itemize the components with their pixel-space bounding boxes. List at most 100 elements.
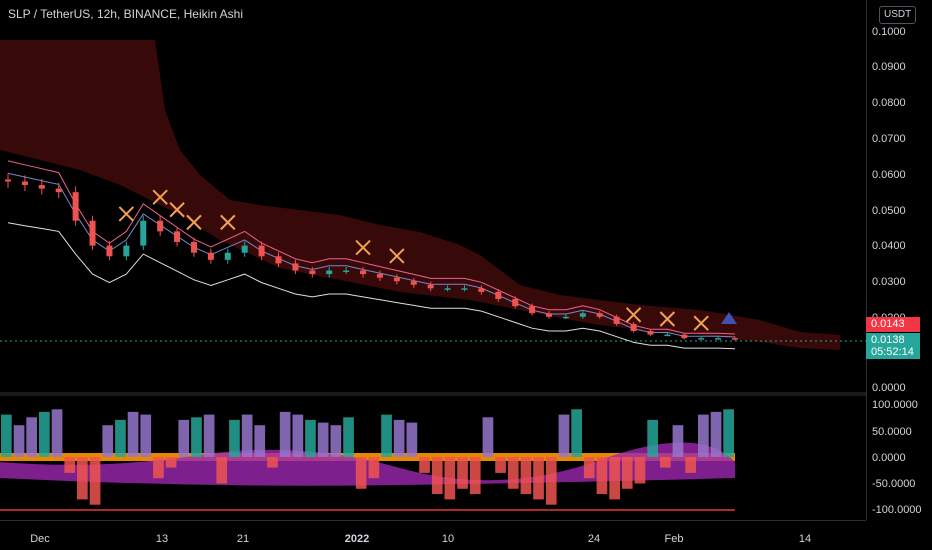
candle-body — [376, 274, 383, 278]
oscillator-bar — [520, 457, 532, 495]
candle-body — [72, 192, 79, 221]
oscillator-axis-label: -50.0000 — [872, 478, 916, 490]
oscillator-bar — [241, 414, 253, 457]
symbol-title[interactable]: SLP / TetherUS, 12h, BINANCE, Heikin Ash… — [8, 7, 243, 21]
oscillator-bar — [710, 411, 722, 457]
time-axis-label: Feb — [664, 533, 684, 545]
oscillator-bar — [178, 419, 190, 457]
candle-body — [664, 334, 671, 337]
oscillator-bar — [596, 457, 608, 495]
oscillator-bar — [26, 417, 37, 458]
oscillator-bar — [672, 425, 684, 457]
oscillator-bar — [89, 457, 101, 505]
oscillator-axis-label: 50.0000 — [872, 426, 912, 438]
candle-body — [309, 270, 316, 275]
price-axis-label: 0.0700 — [872, 133, 906, 145]
oscillator-bar — [267, 457, 278, 468]
time-axis-label: 13 — [155, 533, 169, 545]
oscillator-bar — [406, 422, 418, 457]
oscillator-bar — [698, 414, 709, 457]
candle-body — [393, 277, 400, 282]
oscillator-bar — [191, 417, 202, 458]
candle-body — [275, 256, 282, 264]
price-axis-label: 0.0800 — [872, 97, 906, 109]
oscillator-bar — [140, 414, 152, 457]
oscillator-bar — [609, 457, 620, 500]
oscillator-bar — [153, 457, 164, 479]
candle-body — [732, 338, 738, 340]
price-axis-label: 0.0400 — [872, 240, 906, 252]
candle-body — [613, 316, 620, 324]
oscillator-axis-label: 0.0000 — [872, 452, 906, 464]
oscillator-bar — [660, 457, 671, 468]
candle-body — [292, 263, 299, 271]
candle-body — [444, 288, 451, 290]
current-price-badge: 0.0138 05:52:14 — [866, 333, 920, 359]
chart-area[interactable]: SLP / TetherUS, 12h, BINANCE, Heikin Ash… — [0, 0, 932, 550]
oscillator-bar — [64, 457, 76, 473]
candle-body — [21, 181, 28, 186]
candle-body — [546, 313, 553, 317]
oscillator-bar — [621, 457, 633, 489]
oscillator-bar — [545, 457, 557, 505]
oscillator-bar — [469, 457, 481, 495]
oscillator-bar — [51, 409, 63, 457]
price-axis-label: 0.1000 — [872, 26, 906, 38]
candle-body — [478, 288, 485, 292]
oscillator-bar — [431, 457, 443, 495]
oscillator-bar — [507, 457, 519, 489]
oscillator-bar — [685, 457, 696, 473]
candle-body — [596, 313, 603, 317]
oscillator-bar — [1, 414, 12, 457]
oscillator-bar — [368, 457, 380, 479]
time-axis-line — [0, 520, 866, 521]
candle-body — [55, 188, 62, 193]
time-axis-label: 21 — [236, 533, 250, 545]
candle-body — [698, 338, 705, 340]
candle-body — [174, 231, 181, 243]
oscillator-bar — [533, 457, 544, 500]
pane-separator[interactable] — [0, 392, 866, 396]
oscillator-bar — [634, 457, 646, 484]
oscillator-bar — [127, 411, 139, 457]
time-axis-label: 14 — [798, 533, 812, 545]
candle-body — [681, 334, 688, 339]
candle-body — [157, 220, 164, 232]
oscillator-bar — [102, 425, 114, 457]
oscillator-bar — [39, 411, 50, 457]
candle-body — [38, 185, 45, 189]
candle-body — [427, 284, 434, 289]
candle-body — [241, 245, 248, 253]
candle-body — [207, 252, 214, 260]
candle-body — [343, 270, 350, 273]
oscillator-bar — [393, 419, 405, 457]
candle-body — [495, 291, 502, 299]
chart-canvas[interactable] — [0, 0, 932, 550]
oscillator-bar — [292, 414, 304, 457]
candle-body — [410, 281, 417, 285]
candle-body — [326, 270, 333, 275]
oscillator-bar — [647, 419, 658, 457]
cloud-area — [0, 40, 840, 350]
oscillator-bar — [216, 457, 228, 484]
oscillator-axis-label: 100.0000 — [872, 399, 918, 411]
time-axis-label: 24 — [587, 533, 601, 545]
oscillator-bar — [558, 414, 570, 457]
oscillator-bar — [77, 457, 88, 500]
currency-selector-button[interactable]: USDT — [879, 6, 917, 24]
oscillator-bar — [482, 417, 494, 458]
candle-body — [224, 252, 231, 260]
price-axis-label: 0.0500 — [872, 205, 906, 217]
oscillator-bar — [723, 409, 734, 457]
candle-body — [512, 299, 519, 307]
oscillator-bar — [203, 414, 215, 457]
time-axis-label: 10 — [441, 533, 455, 545]
current-price-value: 0.0138 — [871, 334, 905, 346]
oscillator-bar — [229, 419, 240, 457]
oscillator-bar — [495, 457, 506, 473]
price-axis-line — [866, 0, 867, 520]
oscillator-bar — [165, 457, 177, 468]
bar-countdown: 05:52:14 — [871, 346, 914, 358]
oscillator-bar — [343, 417, 354, 458]
time-axis-label: Dec — [30, 533, 50, 545]
